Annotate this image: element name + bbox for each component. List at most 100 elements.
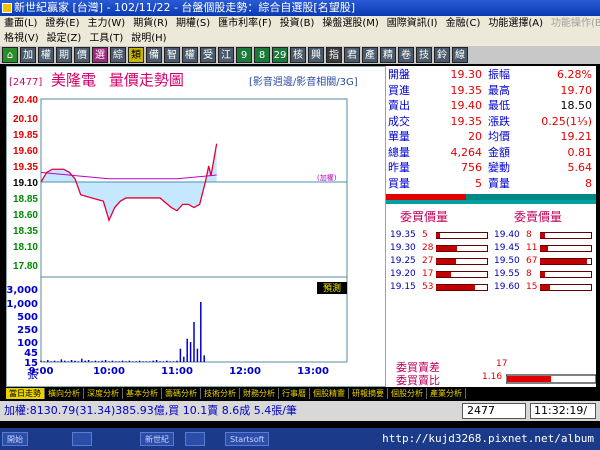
orderbook-price: 19.50 [494, 256, 520, 266]
ratio-bar [506, 374, 596, 384]
toolbar-button[interactable]: 興 [308, 47, 324, 63]
menu-item[interactable]: 工具(T) [85, 31, 127, 46]
time-tick-label: 13:00 [297, 366, 329, 377]
price-volume-chart[interactable]: 20.40 20.10 19.85 19.60 19.35 19.10 18.85 18.60… [7, 87, 385, 387]
quote-label: 金額 [488, 145, 510, 159]
toolbar-button[interactable]: 權 [182, 47, 198, 63]
tab-item[interactable]: 深度分析 [84, 388, 123, 399]
menu-item[interactable]: 功能操作(B) [547, 16, 600, 31]
start-button[interactable]: 開始 [2, 432, 28, 446]
toolbar-button[interactable]: 價 [74, 47, 90, 63]
menu-item[interactable]: 說明(H) [127, 31, 170, 46]
toolbar-button[interactable]: 受 [200, 47, 216, 63]
menu-item[interactable]: 金融(C) [442, 16, 485, 31]
orderbook-bar [436, 246, 457, 251]
menu-item[interactable]: 畫面(L) [0, 16, 41, 31]
clock: 11:32:19/ [530, 403, 596, 419]
menu-item[interactable]: 投資(B) [276, 16, 319, 31]
taskbar-item-app[interactable]: 新世紀 [140, 432, 174, 446]
quote-value: 19.35 [450, 83, 483, 97]
menu-item[interactable]: 證券(E) [41, 16, 83, 31]
toolbar-button[interactable]: 加 [20, 47, 36, 63]
orderbook-price: 19.25 [390, 256, 416, 266]
tab-item[interactable]: 個股分析 [388, 388, 427, 399]
toolbar-button[interactable]: 指 [326, 47, 342, 63]
tab-item[interactable]: 橫向分析 [45, 388, 84, 399]
toolbar-button[interactable]: 選 [92, 47, 108, 63]
toolbar-button[interactable]: 8 [254, 47, 270, 63]
symbol-input[interactable]: 2477 [462, 403, 526, 419]
toolbar-button[interactable]: 智 [164, 47, 180, 63]
taskbar-item-1[interactable] [72, 432, 93, 446]
orderbook-row: 19.30 28 [390, 243, 488, 254]
quote-value: 6.28% [557, 68, 592, 81]
menu-item[interactable]: 功能選擇(A) [484, 16, 547, 31]
toolbar-button[interactable]: 產 [362, 47, 378, 63]
ratio-value: 1.16 [482, 372, 503, 382]
toolbar-button[interactable]: 權 [38, 47, 54, 63]
tab-item[interactable]: 基本分析 [123, 388, 162, 399]
menu-item[interactable]: 期權(S) [172, 16, 214, 31]
menu-item[interactable]: 期貨(R) [129, 16, 172, 31]
tab-item[interactable]: 個股精靈 [310, 388, 349, 399]
quote-value: 5.64 [567, 161, 593, 174]
toolbar-button[interactable]: 卷 [398, 47, 414, 63]
orderbook-bar-frame [540, 245, 592, 252]
toolbar-button[interactable]: 江 [218, 47, 234, 63]
quote-label: 買量 [388, 176, 410, 190]
price-tick-label: 19.60 [13, 146, 38, 157]
taskbar-item-startsoft[interactable]: Startsoft [225, 432, 270, 446]
menu-item[interactable]: 操盤選股(M) [318, 16, 382, 31]
quote-label: 買進 [388, 83, 410, 97]
orderbook-row: 19.40 8 [494, 230, 592, 241]
toolbar-button[interactable]: 技 [416, 47, 432, 63]
toolbar-button[interactable]: 精 [380, 47, 396, 63]
tab-item[interactable]: 籌碼分析 [162, 388, 201, 399]
home-button[interactable]: ⌂ [2, 47, 18, 63]
tab-item[interactable]: 研報摘要 [349, 388, 388, 399]
toolbar-button[interactable]: 9 [236, 47, 252, 63]
quote-label: 賣量 [488, 176, 510, 190]
taskbar-item-3[interactable] [185, 432, 206, 446]
menu-item[interactable]: 格視(V) [0, 31, 43, 46]
toolbar-button[interactable]: 君 [344, 47, 360, 63]
toolbar-button[interactable]: 核 [290, 47, 306, 63]
quote-label: 昨量 [388, 161, 410, 174]
menu-item[interactable]: 設定(Z) [43, 31, 86, 46]
orderbook-qty: 11 [526, 243, 538, 253]
orderbook-bar-frame [436, 232, 488, 239]
orderbook-qty: 8 [526, 269, 532, 279]
orderbook-bar-frame [540, 271, 592, 278]
orderbook-bar [436, 272, 451, 277]
menu-item[interactable]: 匯市利率(F) [214, 16, 276, 31]
chart-panel: [2477] 美隆電 量價走勢圖 [影音週邊/影音相關/3G] 20.40 20.… [6, 66, 386, 387]
quote-value: 0.25(1⅓) [541, 114, 592, 128]
orderbook-price: 19.15 [390, 282, 416, 292]
tab-item[interactable]: 行事曆 [279, 388, 310, 399]
orderbook-bar [540, 259, 587, 264]
price-tick-label: 18.10 [13, 242, 38, 253]
quote-label: 最低 [488, 99, 510, 112]
tab-item[interactable]: 財務分析 [240, 388, 279, 399]
quote-value: 19.30 [450, 68, 483, 81]
toolbar-button[interactable]: 綜 [110, 47, 126, 63]
quote-row: 昨量 756 變動 5.64 [386, 161, 596, 175]
tab-item[interactable]: 當日走勢 [6, 388, 45, 399]
menu-item[interactable]: 主力(W) [84, 16, 130, 31]
menu-bar: 畫面(L) 證券(E) 主力(W) 期貨(R) 期權(S) 匯市利率(F) 投資(B) 操盤選… [0, 16, 600, 46]
orderbook-row: 19.45 11 [494, 243, 592, 254]
orderbook-qty: 53 [422, 282, 434, 292]
toolbar-button[interactable]: 29 [272, 47, 288, 63]
toolbar-button[interactable]: 鈴 [434, 47, 450, 63]
watermark-url: http://kujd3268.pixnet.net/album [382, 432, 594, 445]
tab-item[interactable]: 產業分析 [427, 388, 466, 399]
quote-value: 19.21 [560, 130, 593, 143]
toolbar-button[interactable]: 線 [452, 47, 468, 63]
price-tick-label: 20.40 [13, 95, 38, 106]
toolbar-button[interactable]: 期 [56, 47, 72, 63]
quote-row: 總量 4,264 金額 0.81 [386, 146, 596, 160]
toolbar-button[interactable]: 類 [128, 47, 144, 63]
menu-item[interactable]: 國際資訊(I) [383, 16, 442, 31]
tab-item[interactable]: 技術分析 [201, 388, 240, 399]
toolbar-button[interactable]: 備 [146, 47, 162, 63]
